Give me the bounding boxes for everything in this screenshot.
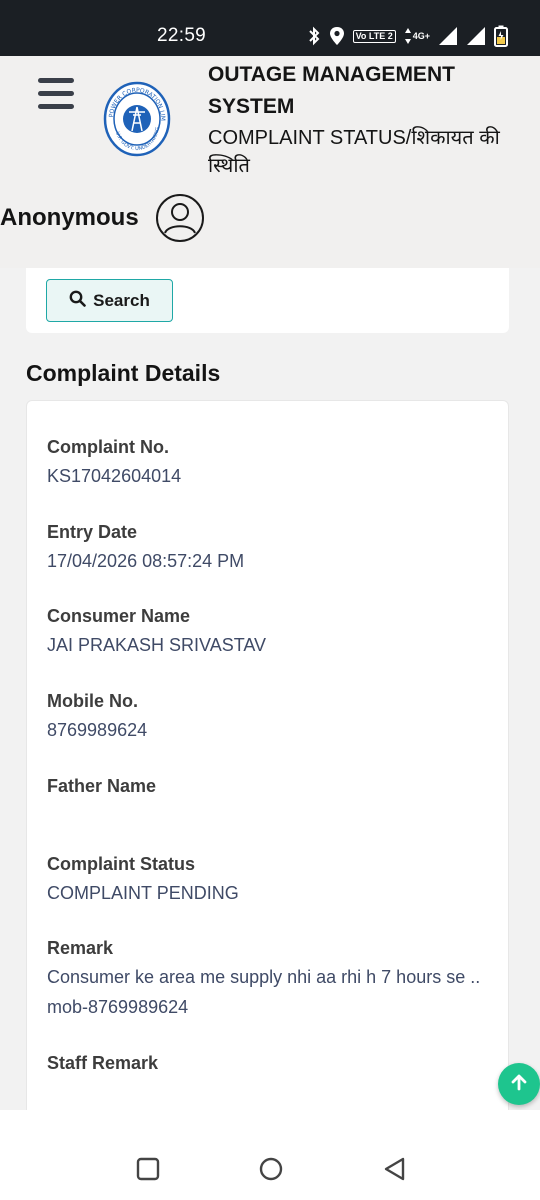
app-header: POWER CORPORATION LIMITED U.P. GOVT. UND… (0, 56, 540, 268)
field-complaint-status: Complaint Status COMPLAINT PENDING (47, 852, 239, 908)
user-avatar-icon[interactable] (155, 193, 205, 243)
network-type-label: 4G+ (412, 31, 430, 41)
field-entry-date: Entry Date 17/04/2026 08:57:24 PM (47, 520, 244, 576)
field-consumer-name: Consumer Name JAI PRAKASH SRIVASTAV (47, 604, 266, 660)
field-label: Complaint No. (47, 437, 169, 457)
signal-icon (438, 26, 458, 46)
search-button[interactable]: Search (46, 279, 173, 322)
field-mobile-no: Mobile No. 8769989624 (47, 689, 147, 745)
battery-charging-icon (494, 25, 508, 47)
page-content: Search Complaint Details Complaint No. K… (0, 268, 540, 1120)
field-label: Complaint Status (47, 854, 196, 874)
app-title-line1: OUTAGE MANAGEMENT (208, 63, 455, 86)
search-button-label: Search (93, 290, 150, 310)
header-titles: OUTAGE MANAGEMENT SYSTEM COMPLAINT STATU… (208, 59, 538, 180)
status-bar: 22:59 Vo LTE 2 4G+ (0, 0, 540, 56)
page-subtitle: COMPLAINT STATUS/शिकायत की स्थिति (208, 127, 500, 177)
field-label: Staff Remark (47, 1053, 159, 1073)
field-value: 17/04/2026 08:57:24 PM (47, 551, 245, 571)
field-remark: Remark Consumer ke area me supply nhi aa… (47, 936, 487, 1022)
field-value: JAI PRAKASH SRIVASTAV (47, 635, 267, 655)
home-icon[interactable] (258, 1156, 284, 1182)
status-time: 22:59 (157, 25, 207, 46)
search-card: Search (26, 268, 509, 333)
search-icon (69, 290, 86, 312)
field-value: Consumer ke area me supply nhi aa rhi h … (47, 967, 481, 1017)
back-icon[interactable] (382, 1156, 408, 1182)
complaint-details-card: Complaint No. KS17042604014 Entry Date 1… (26, 400, 509, 1120)
field-value: KS17042604014 (47, 466, 182, 486)
bluetooth-icon (307, 26, 321, 46)
field-complaint-no: Complaint No. KS17042604014 (47, 435, 181, 491)
location-icon (329, 26, 345, 46)
field-father-name: Father Name (47, 774, 156, 800)
field-label: Father Name (47, 776, 157, 796)
hamburger-menu-icon[interactable] (38, 78, 74, 110)
field-label: Entry Date (47, 522, 138, 542)
volte-icon: Vo LTE 2 (352, 29, 396, 43)
field-label: Consumer Name (47, 606, 191, 626)
company-logo: POWER CORPORATION LIMITED U.P. GOVT. UND… (100, 76, 171, 157)
field-staff-remark: Staff Remark (47, 1051, 158, 1077)
user-info: Anonymous (0, 193, 205, 243)
app-title-line2: SYSTEM (208, 95, 295, 118)
system-nav-bar (0, 1110, 540, 1200)
data-arrows-icon: 4G+ (404, 27, 430, 45)
field-value: 8769989624 (47, 720, 148, 740)
field-label: Remark (47, 938, 114, 958)
arrow-up-icon (510, 1073, 528, 1096)
recent-apps-icon[interactable] (135, 1156, 161, 1182)
scroll-top-button[interactable] (498, 1063, 540, 1105)
signal-icon (466, 26, 486, 46)
field-value: COMPLAINT PENDING (47, 883, 239, 903)
user-name: Anonymous (0, 204, 139, 231)
field-label: Mobile No. (47, 691, 138, 711)
section-title: Complaint Details (26, 360, 221, 386)
status-icons: Vo LTE 2 4G+ (307, 24, 508, 48)
